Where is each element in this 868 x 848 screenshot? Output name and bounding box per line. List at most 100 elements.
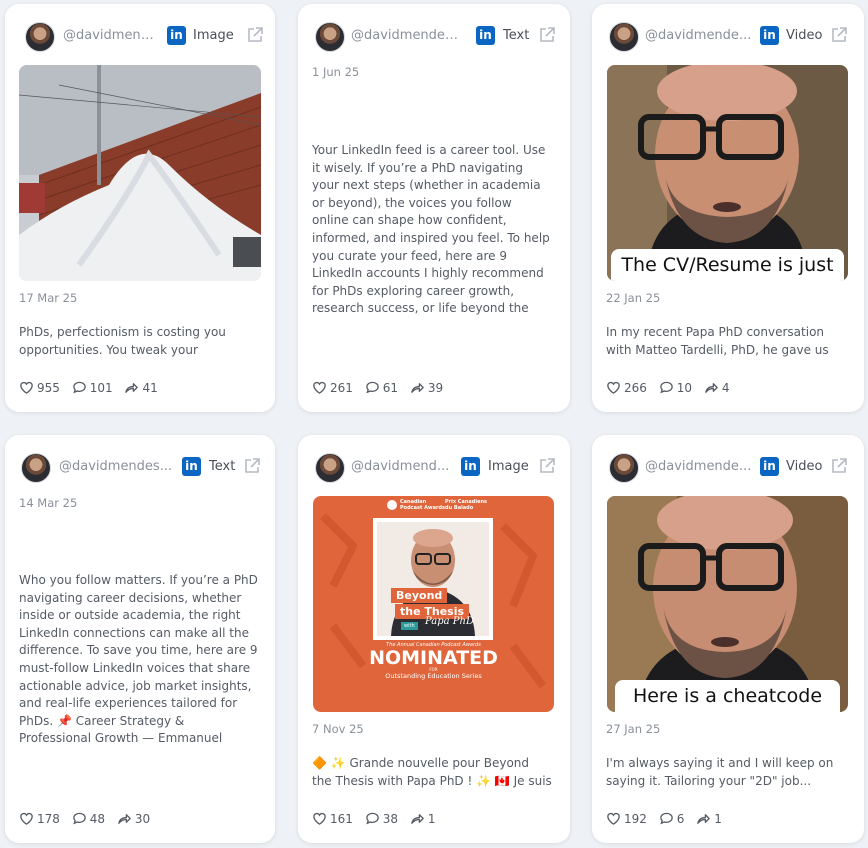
card-header: @davidmende... in Video (609, 453, 850, 485)
post-date: 17 Mar 25 (19, 291, 78, 305)
comments-count: 10 (676, 381, 693, 395)
post-text[interactable]: 🔶 ✨ Grande nouvelle pour Beyond the Thes… (312, 755, 552, 791)
linkedin-icon: in (476, 26, 495, 45)
likes-stat[interactable]: 266 (606, 380, 647, 395)
shares-stat[interactable]: 1 (410, 811, 436, 826)
comment-icon (365, 381, 379, 394)
post-card[interactable]: @davidmendes... in Image 17 Mar 25 PhDs,… (5, 4, 275, 412)
post-card[interactable]: @davidmende... in Video The CV/Resume is… (592, 4, 864, 412)
likes-stat[interactable]: 161 (312, 811, 353, 826)
heart-icon (313, 812, 326, 825)
share-icon (125, 383, 139, 393)
card-header: @davidmende... in Video (609, 22, 850, 54)
comments-stat[interactable]: 38 (365, 811, 398, 826)
poster-category: Outstanding Education Series (385, 672, 482, 680)
award-poster-image[interactable]: Canadian Podcast Awards Prix Canadiens d… (313, 496, 554, 712)
linkedin-icon: in (760, 457, 779, 476)
author-handle[interactable]: @davidmendes... (63, 28, 161, 43)
likes-count: 178 (37, 812, 60, 826)
external-link-icon[interactable] (830, 457, 848, 475)
post-card[interactable]: @davidmendes... in Text 14 Mar 25 Who yo… (5, 435, 275, 843)
avatar[interactable] (25, 22, 55, 52)
post-stats: 266 10 4 (606, 380, 737, 396)
share-icon (705, 383, 718, 393)
post-type-label: Image (193, 28, 234, 43)
post-text[interactable]: PhDs, perfectionism is costing you oppor… (19, 324, 259, 360)
comments-stat[interactable]: 48 (72, 811, 105, 826)
linkedin-icon: in (461, 457, 480, 476)
likes-stat[interactable]: 955 (19, 380, 60, 395)
likes-stat[interactable]: 192 (606, 811, 647, 826)
poster-nominated: NOMINATED (369, 647, 498, 669)
likes-stat[interactable]: 178 (19, 811, 60, 826)
likes-count: 266 (624, 381, 647, 395)
likes-stat[interactable]: 261 (312, 380, 353, 395)
poster-org-left: Canadian Podcast Awards (400, 499, 446, 511)
avatar[interactable] (21, 453, 51, 483)
comment-icon (659, 381, 673, 394)
avatar[interactable] (609, 22, 639, 52)
post-date: 1 Jun 25 (312, 65, 360, 79)
heart-icon (607, 812, 620, 825)
post-card[interactable]: @davidmendes... in Text 1 Jun 25 Your Li… (298, 4, 570, 412)
avatar[interactable] (315, 22, 345, 52)
video-thumbnail[interactable]: The CV/Resume is just (607, 65, 848, 281)
comments-count: 48 (89, 812, 106, 826)
external-link-icon[interactable] (246, 26, 264, 44)
avatar[interactable] (315, 453, 345, 483)
comments-count: 38 (382, 812, 399, 826)
shares-count: 30 (134, 812, 151, 826)
heart-icon (20, 812, 33, 825)
poster-signature: Papa PhD (425, 616, 474, 627)
post-stats: 178 48 30 (19, 811, 158, 827)
comments-count: 6 (676, 812, 685, 826)
heart-icon (313, 381, 326, 394)
external-link-icon[interactable] (538, 457, 556, 475)
author-handle[interactable]: @davidmendes... (59, 459, 174, 474)
shares-stat[interactable]: 4 (704, 380, 729, 395)
card-header: @davidmendes... in Text (315, 22, 556, 54)
external-link-icon[interactable] (538, 26, 556, 44)
comments-stat[interactable]: 61 (365, 380, 398, 395)
post-text[interactable]: Your LinkedIn feed is a career tool. Use… (312, 142, 552, 319)
post-card[interactable]: @davidmende... in Video Here is a cheatc… (592, 435, 864, 843)
author-handle[interactable]: @davidmend... (351, 459, 461, 474)
video-thumbnail[interactable]: Here is a cheatcode (607, 496, 848, 712)
shares-count: 1 (714, 812, 722, 826)
video-caption: Here is a cheatcode (615, 680, 840, 712)
post-card[interactable]: @davidmend... in Image Canadian Podcast … (298, 435, 570, 843)
comments-stat[interactable]: 6 (659, 811, 685, 826)
shares-stat[interactable]: 1 (696, 811, 722, 826)
comments-stat[interactable]: 101 (72, 380, 113, 395)
post-image[interactable] (19, 65, 261, 281)
shares-stat[interactable]: 30 (117, 811, 150, 826)
author-handle[interactable]: @davidmendes... (351, 28, 461, 43)
poster-with-badge: with (401, 622, 418, 630)
linkedin-icon: in (760, 26, 779, 45)
comment-icon (365, 812, 379, 825)
post-type-label: Text (503, 28, 530, 43)
post-type-label: Image (488, 459, 529, 474)
post-text[interactable]: Who you follow matters. If you’re a PhD … (19, 572, 259, 749)
external-link-icon[interactable] (243, 457, 261, 475)
shares-stat[interactable]: 41 (124, 380, 158, 395)
post-text[interactable]: In my recent Papa PhD conversation with … (606, 324, 846, 360)
card-header: @davidmendes... in Image (25, 22, 264, 54)
poster-title-line1: Beyond (391, 588, 448, 603)
post-stats: 261 61 39 (312, 380, 451, 396)
heart-icon (20, 381, 33, 394)
shares-stat[interactable]: 39 (410, 380, 443, 395)
avatar[interactable] (609, 453, 639, 483)
video-caption: The CV/Resume is just (611, 249, 844, 281)
post-type-label: Video (786, 28, 823, 43)
author-handle[interactable]: @davidmende... (645, 28, 755, 43)
shares-count: 1 (427, 812, 436, 826)
card-header: @davidmend... in Image (315, 453, 556, 485)
author-handle[interactable]: @davidmende... (645, 459, 755, 474)
post-date: 7 Nov 25 (312, 722, 364, 736)
likes-count: 261 (330, 381, 353, 395)
post-text[interactable]: I'm always saying it and I will keep on … (606, 755, 846, 791)
comments-stat[interactable]: 10 (659, 380, 692, 395)
external-link-icon[interactable] (830, 26, 848, 44)
likes-count: 955 (37, 381, 60, 395)
